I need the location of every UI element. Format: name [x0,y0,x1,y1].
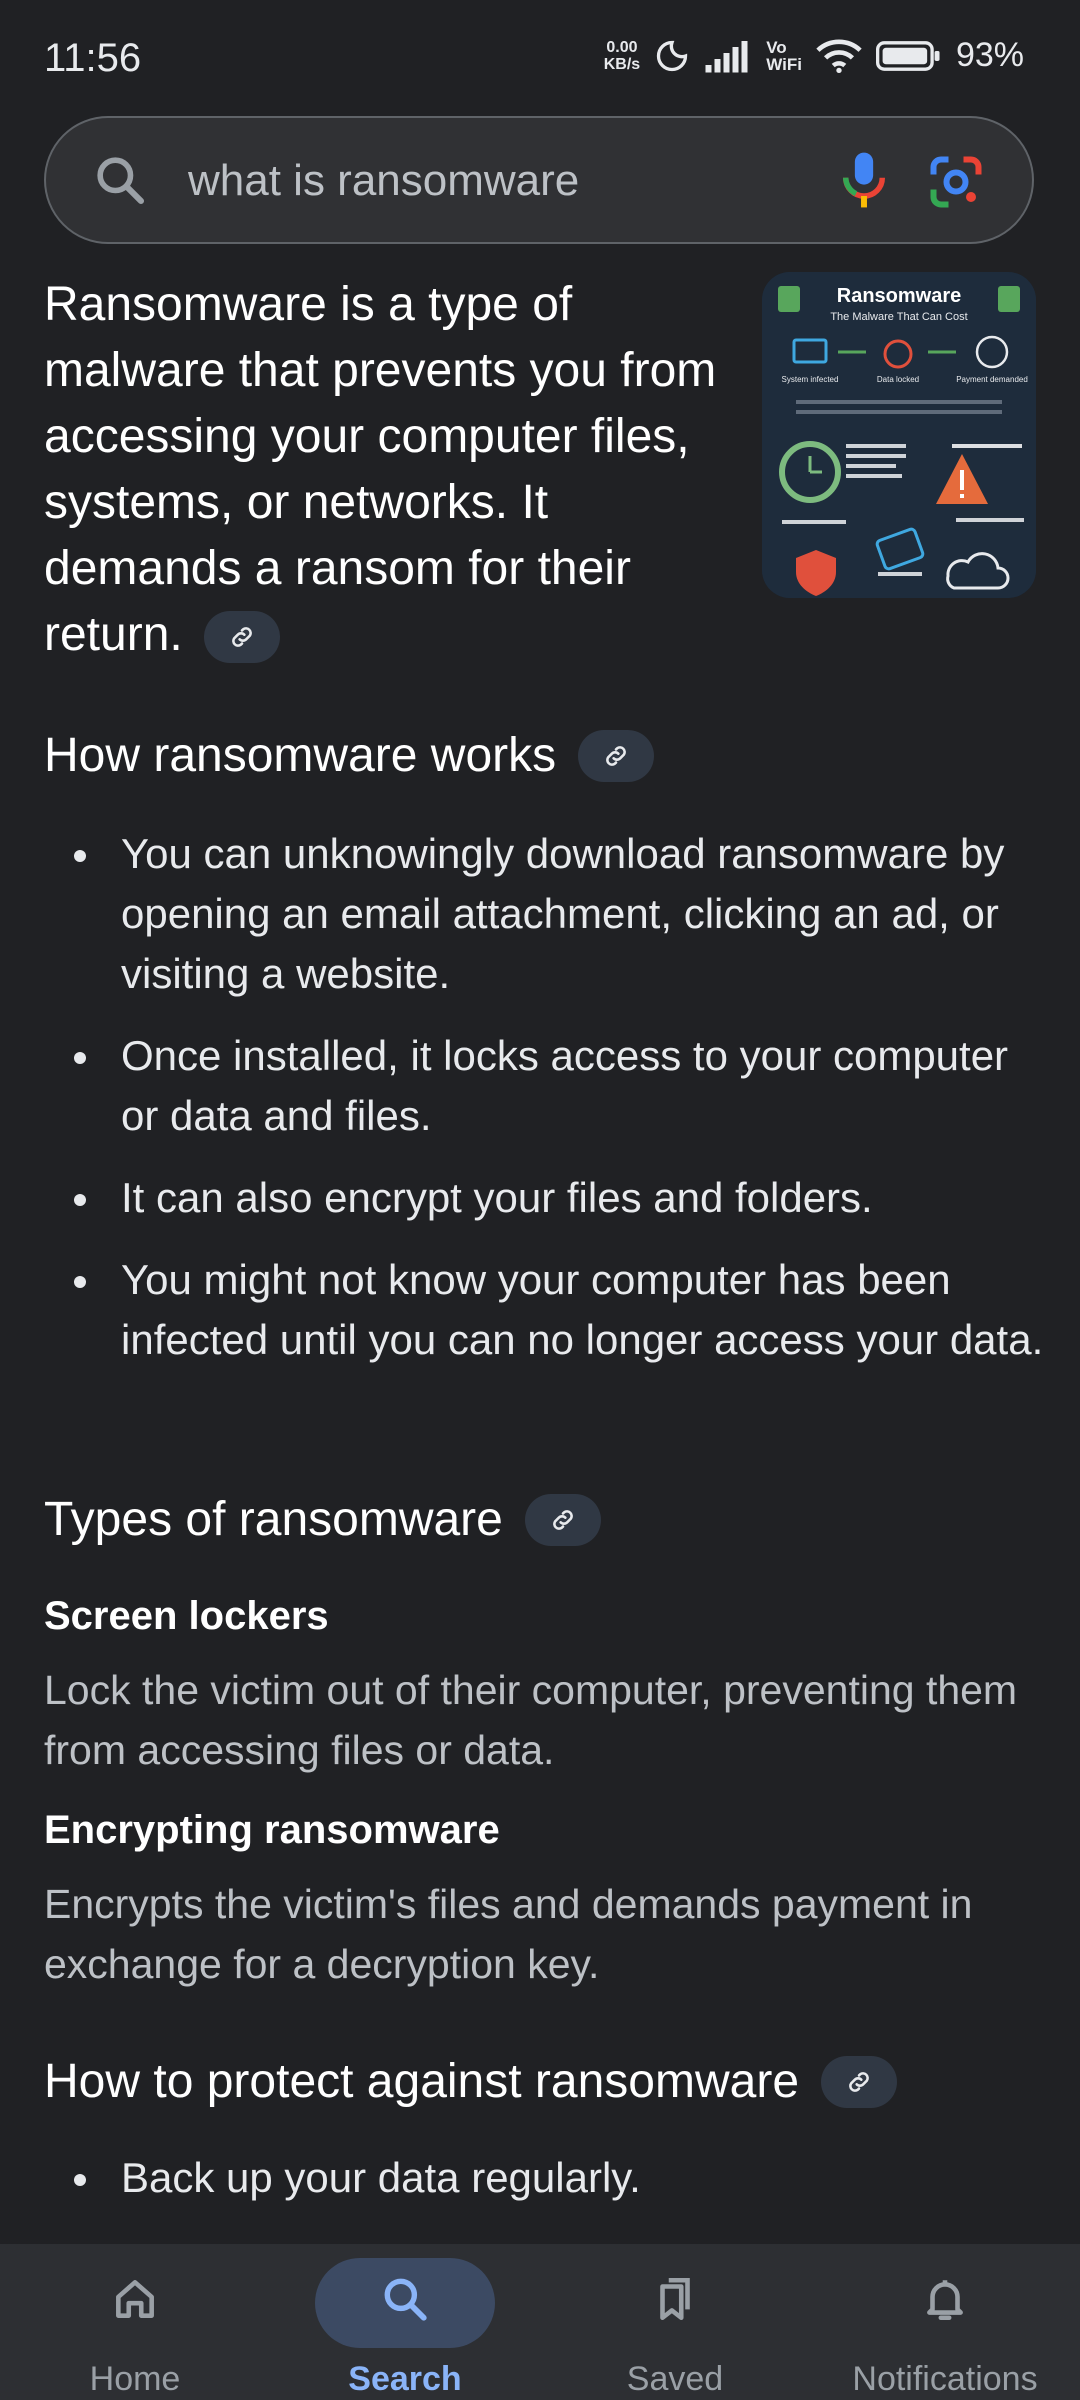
infographic-step-1: System infected [782,375,839,384]
search-icon[interactable] [92,152,148,208]
infographic-title: Ransomware [837,285,962,307]
nav-notifications[interactable]: Notifications [810,2244,1080,2400]
type-desc-encrypting: Encrypts the victim's files and demands … [44,1881,973,1987]
search-input[interactable]: what is ransomware [188,156,579,206]
moon-icon [657,40,688,71]
type-name-encrypting: Encrypting ransomware [44,1808,500,1852]
types-link-chip[interactable] [524,1493,601,1546]
link-icon [849,2071,869,2092]
link-icon [232,627,252,648]
battery-icon [875,40,940,71]
section-heading-how-works: How ransomware works [44,728,655,783]
ransomware-infographic-image[interactable]: Ransomware The Malware That Can Cost Sys… [762,272,1036,598]
how-works-link-chip[interactable] [578,729,655,782]
bookmarks-icon [660,2277,690,2321]
infographic-step-2: Data locked [877,375,919,384]
battery-percent: 93% [955,36,1024,74]
bell-icon [927,2280,963,2321]
nav-search-label: Search [348,2360,462,2398]
protect-list: Back up your data regularly. [44,2148,1044,2230]
status-bar: 11:56 0.00 KB/s Vo WiFi 93% [0,0,1080,110]
intro-text: Ransomware is a type of malware that pre… [44,278,717,661]
search-bar[interactable]: what is ransomware [44,116,1034,244]
ai-overview-intro: Ransomware is a type of malware that pre… [44,272,744,668]
nav-home[interactable]: Home [0,2244,270,2400]
signal-icon [705,40,748,72]
type-desc-screen-lockers: Lock the victim out of their computer, p… [44,1667,1018,1773]
intro-link-chip[interactable] [204,611,281,664]
vowifi-indicator: Vo WiFi [766,37,802,74]
infographic-step-3: Payment demanded [956,375,1028,384]
home-icon [116,2280,154,2318]
bottom-navigation: Home Search Saved Notifications [0,2244,1080,2400]
nav-notifications-label: Notifications [852,2360,1038,2398]
list-item: You can unknowingly download ransomware … [44,824,1044,1004]
status-icons: 0.00 KB/s Vo WiFi 93% [604,36,1024,75]
link-icon [552,1509,573,1530]
nav-search[interactable]: Search [270,2244,540,2400]
google-lens-icon[interactable] [926,152,986,212]
microphone-icon[interactable] [836,148,892,212]
link-icon [606,745,627,766]
section-heading-types: Types of ransomware [44,1492,601,1547]
search-icon [384,2278,427,2321]
wifi-icon [816,39,862,73]
list-item: You might not know your computer has bee… [44,1250,1044,1370]
protect-link-chip[interactable] [821,2055,898,2108]
nav-home-label: Home [89,2360,181,2398]
nav-saved-label: Saved [626,2360,724,2398]
list-item: Once installed, it locks access to your … [44,1026,1044,1146]
list-item: It can also encrypt your files and folde… [44,1168,1044,1228]
network-speed: 0.00 KB/s [603,38,641,73]
section-heading-protect: How to protect against ransomware [44,2054,898,2109]
type-name-screen-lockers: Screen lockers [44,1594,329,1638]
nav-saved[interactable]: Saved [540,2244,810,2400]
infographic-subtitle: The Malware That Can Cost [830,311,967,323]
how-works-list: You can unknowingly download ransomware … [44,824,1044,1392]
status-time: 11:56 [44,36,142,80]
list-item: Back up your data regularly. [44,2148,1044,2208]
